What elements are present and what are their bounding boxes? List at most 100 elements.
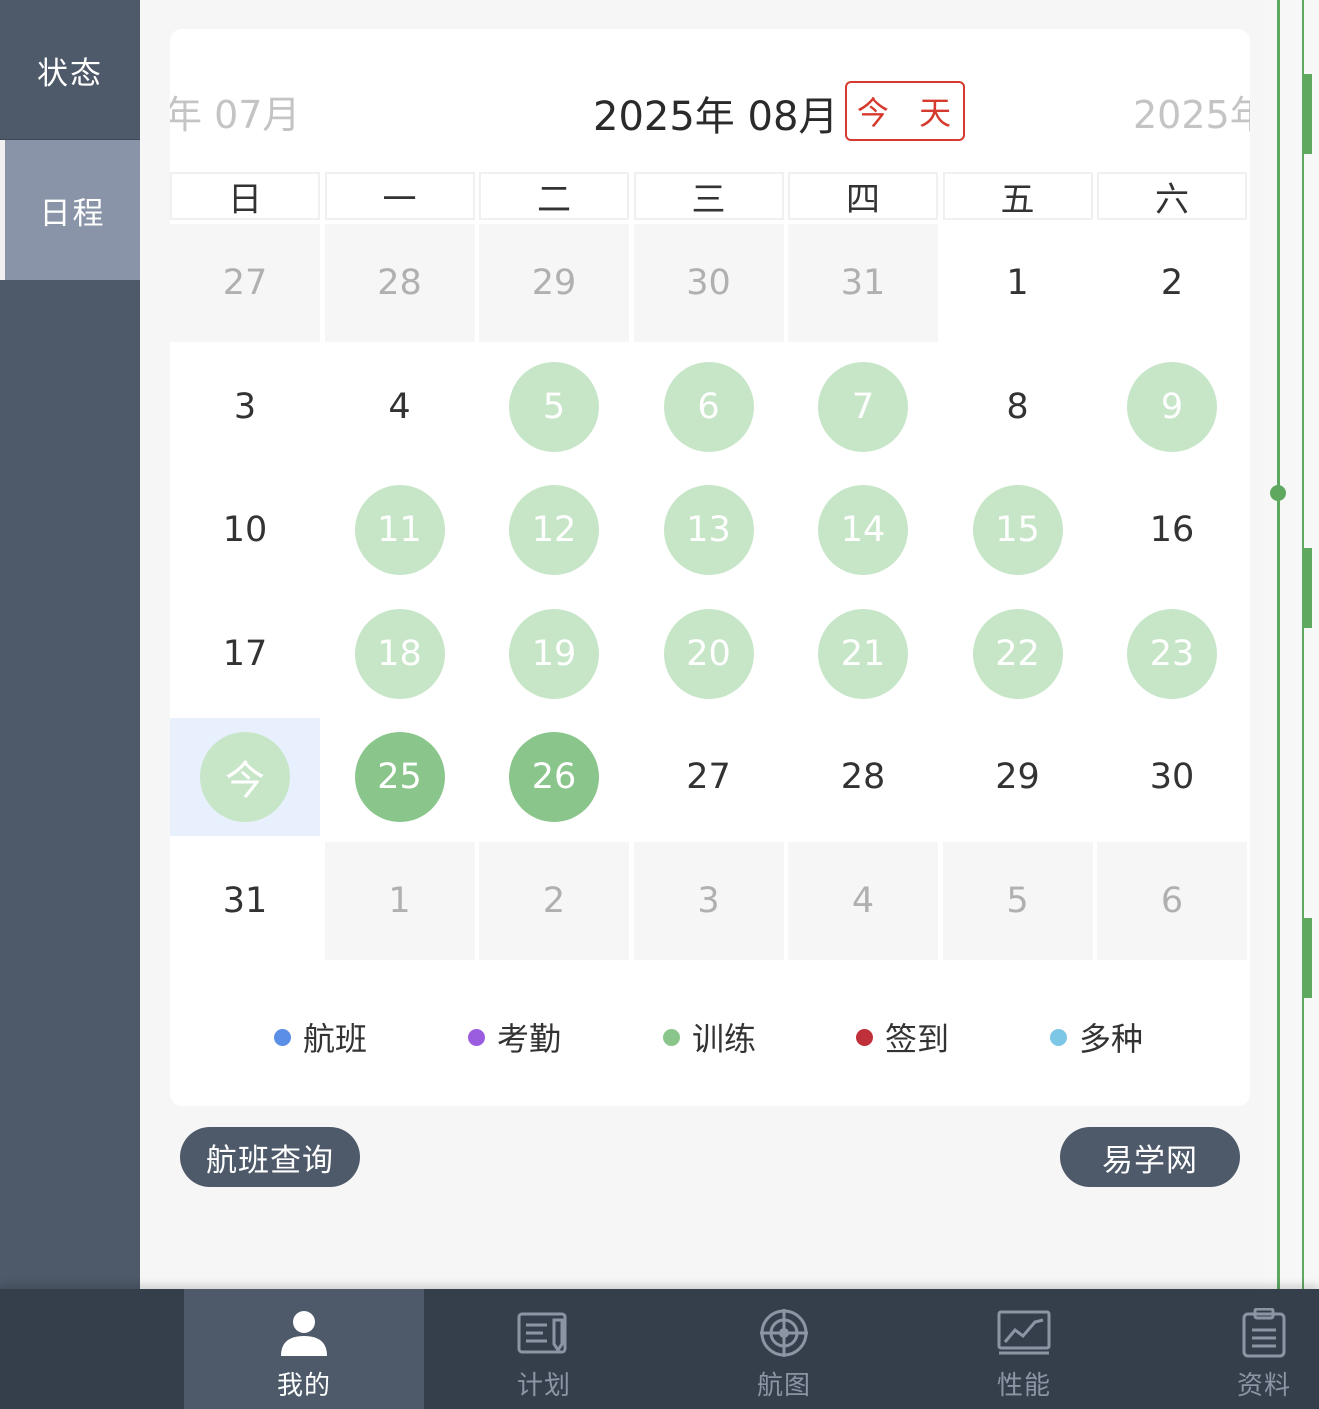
calendar-day[interactable]: 28 (788, 718, 938, 836)
calendar-day[interactable]: 5 (479, 347, 629, 466)
timeline-line (1277, 0, 1280, 1289)
calendar-day[interactable]: 12 (479, 471, 629, 589)
day-number: 8 (1006, 386, 1029, 427)
timeline-segment (1302, 74, 1312, 154)
calendar-day[interactable]: 10 (170, 471, 320, 589)
tab-mine[interactable]: 我的 (184, 1289, 424, 1409)
legend-item: 多种 (1050, 1014, 1143, 1060)
day-number: 7 (818, 361, 908, 452)
chart-target-icon (756, 1305, 812, 1361)
sidebar-item-label: 日程 (39, 195, 106, 232)
legend-dot-icon (1050, 1028, 1067, 1046)
calendar-day[interactable]: 15 (942, 471, 1093, 589)
next-month-label[interactable]: 2025年 (1133, 84, 1250, 139)
calendar-day[interactable]: 3 (170, 347, 320, 466)
calendar-day[interactable]: 16 (1097, 471, 1247, 589)
legend-dot-icon (274, 1028, 291, 1046)
calendar-day[interactable]: 20 (633, 594, 784, 713)
calendar-day[interactable]: 11 (324, 471, 475, 589)
calendar-day[interactable]: 4 (324, 347, 475, 466)
day-number: 4 (851, 880, 875, 921)
day-number: 今 (200, 732, 290, 822)
today-button[interactable]: 今 天 (845, 81, 965, 141)
tab-plan[interactable]: 计划 (424, 1289, 664, 1409)
weekday-label: 六 (1097, 172, 1247, 220)
tab-chart[interactable]: 航图 (664, 1289, 904, 1409)
day-number: 6 (1160, 880, 1184, 921)
calendar-day[interactable]: 17 (170, 594, 320, 713)
day-number: 11 (354, 485, 445, 575)
calendar-day[interactable]: 4 (788, 841, 938, 960)
day-number: 26 (509, 732, 599, 822)
clipboard-icon (1236, 1305, 1292, 1361)
yixue-button[interactable]: 易学网 (1060, 1127, 1240, 1187)
calendar-day[interactable]: 7 (788, 347, 938, 466)
calendar-day[interactable]: 27 (633, 718, 784, 836)
calendar-day[interactable]: 5 (942, 841, 1093, 960)
timeline-segment (1302, 548, 1312, 628)
day-number: 30 (1149, 757, 1195, 797)
tab-performance[interactable]: 性能 (904, 1289, 1144, 1409)
timeline-line-secondary (1302, 0, 1304, 1289)
legend-item: 训练 (663, 1014, 756, 1060)
day-number: 3 (233, 386, 257, 427)
day-number: 29 (531, 263, 577, 303)
weekday-header: 日一二三四五六 (170, 172, 1250, 224)
prev-month-label[interactable]: 年 07月 (170, 84, 300, 139)
calendar-day[interactable]: 1 (942, 224, 1093, 342)
calendar-day[interactable]: 6 (1097, 841, 1247, 960)
day-number: 6 (663, 361, 754, 452)
calendar-day-today[interactable]: 今 (170, 718, 320, 836)
day-number: 25 (354, 732, 445, 822)
calendar-day[interactable]: 29 (479, 224, 629, 342)
calendar-day[interactable]: 2 (1097, 224, 1247, 342)
day-number: 5 (1006, 880, 1029, 921)
legend-label: 多种 (1079, 1020, 1144, 1058)
calendar-day[interactable]: 8 (942, 347, 1093, 466)
calendar-day[interactable]: 29 (942, 718, 1093, 836)
flight-query-button[interactable]: 航班查询 (180, 1127, 360, 1187)
calendar-day[interactable]: 31 (788, 224, 938, 342)
sidebar-item-schedule[interactable]: 日程 (0, 140, 140, 280)
tab-documents[interactable]: 资料 (1144, 1289, 1319, 1409)
calendar-day[interactable]: 6 (633, 347, 784, 466)
calendar-day[interactable]: 2 (479, 841, 629, 960)
day-number: 4 (388, 386, 411, 427)
legend: 航班 考勤 训练 签到 多种 (170, 964, 1250, 1106)
day-number: 2 (1160, 263, 1184, 303)
day-number: 29 (995, 757, 1040, 797)
calendar-day[interactable]: 3 (633, 841, 784, 960)
calendar-day[interactable]: 13 (633, 471, 784, 589)
calendar-day[interactable]: 23 (1097, 594, 1247, 713)
calendar-day[interactable]: 1 (324, 841, 475, 960)
calendar-day[interactable]: 27 (170, 224, 320, 342)
calendar-day[interactable]: 30 (1097, 718, 1247, 836)
calendar-day[interactable]: 14 (788, 471, 938, 589)
calendar-day[interactable]: 21 (788, 594, 938, 713)
day-number: 17 (222, 633, 268, 674)
calendar-day[interactable]: 19 (479, 594, 629, 713)
day-number: 31 (222, 880, 268, 921)
calendar-day[interactable]: 18 (324, 594, 475, 713)
tab-label: 资料 (1236, 1371, 1291, 1401)
calendar-card: 年 07月 2025年 08月 今 天 2025年 日一二三四五六 27 28 29… (170, 29, 1250, 1106)
calendar-day[interactable]: 30 (633, 224, 784, 342)
day-number: 22 (972, 608, 1063, 699)
day-number: 5 (509, 361, 599, 452)
calendar-day[interactable]: 31 (170, 841, 320, 960)
calendar-day[interactable]: 26 (479, 718, 629, 836)
calendar-day[interactable]: 28 (324, 224, 475, 342)
day-number: 31 (840, 263, 886, 303)
day-number: 14 (818, 485, 908, 575)
legend-label: 训练 (692, 1020, 757, 1058)
day-number: 13 (663, 485, 754, 575)
calendar-day[interactable]: 22 (942, 594, 1093, 713)
day-number: 15 (972, 485, 1063, 575)
timeline-marker[interactable] (1270, 485, 1286, 501)
plan-icon (516, 1305, 572, 1361)
calendar-day[interactable]: 25 (324, 718, 475, 836)
calendar-day[interactable]: 9 (1097, 347, 1247, 466)
day-number: 21 (818, 608, 908, 699)
day-number: 30 (686, 263, 731, 303)
sidebar-item-status[interactable]: 状态 (0, 0, 140, 140)
